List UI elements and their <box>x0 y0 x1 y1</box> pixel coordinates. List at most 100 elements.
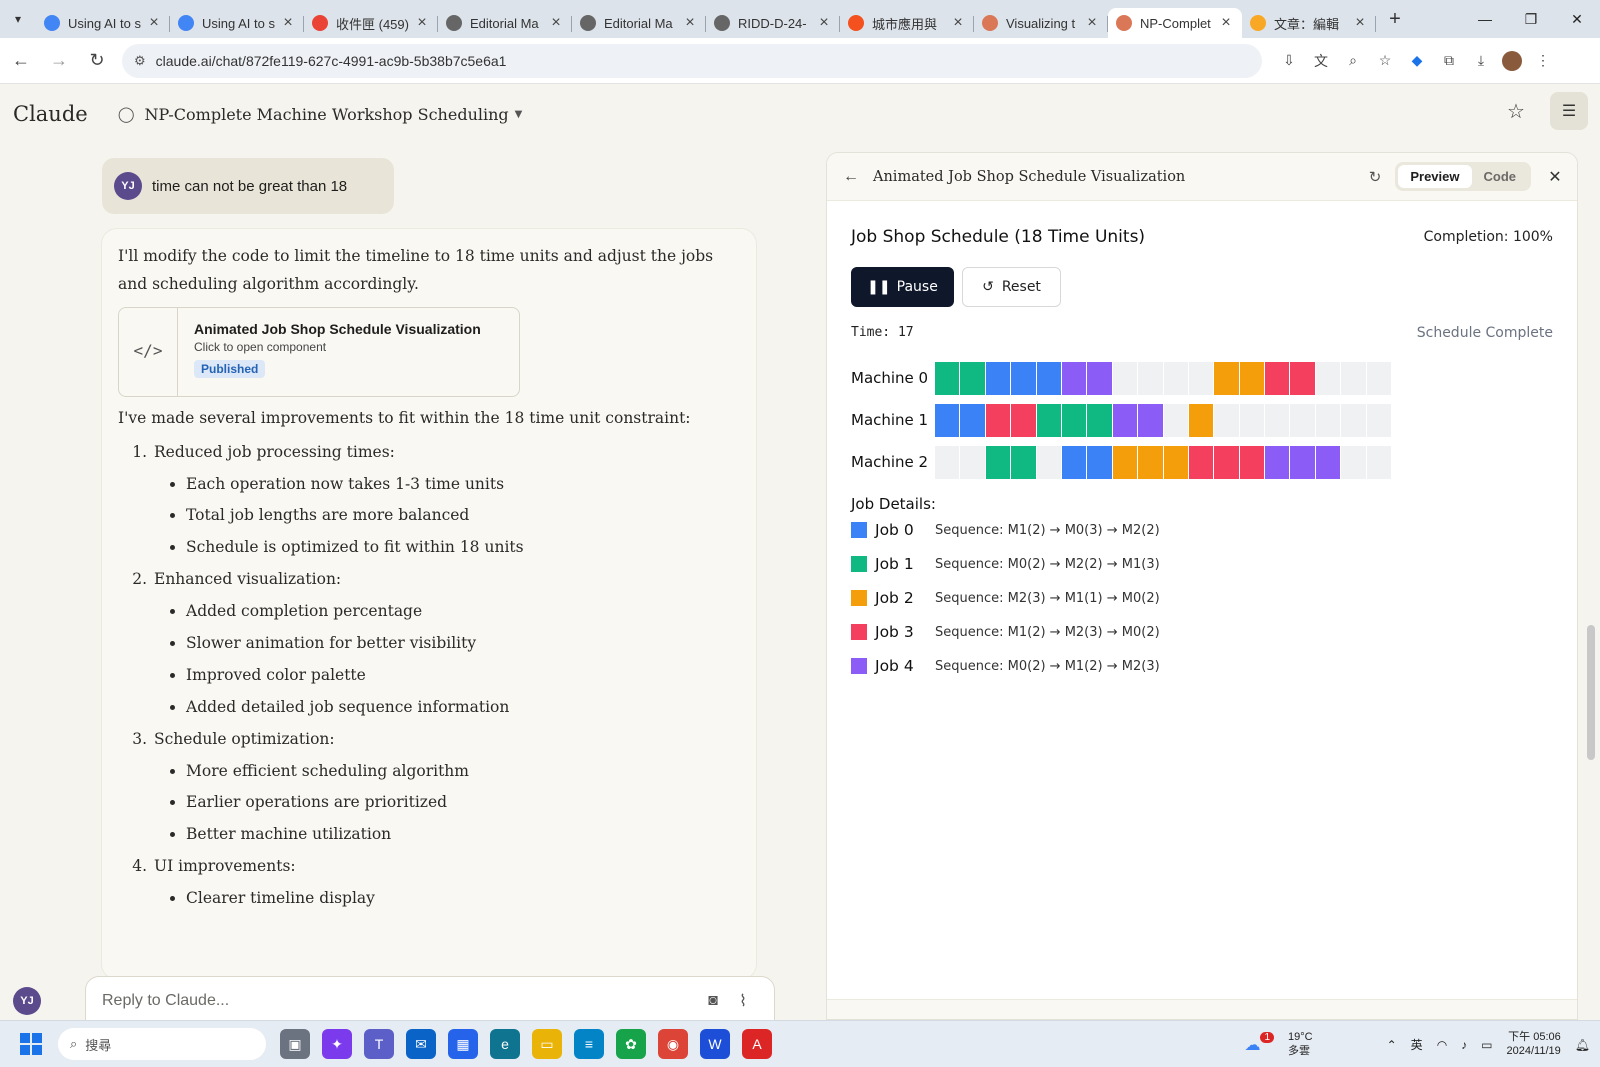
search-icon: ⌕ <box>70 1036 78 1051</box>
weather-cloud-icon[interactable]: ☁ <box>1244 1035 1260 1055</box>
tab-favicon-icon <box>580 15 596 31</box>
copilot-icon[interactable]: ✦ <box>322 1029 352 1059</box>
clock-time: 下午 05:06 <box>1508 1030 1561 1043</box>
browser-tab[interactable]: Visualizing t × <box>974 8 1108 38</box>
taskbar-search[interactable]: ⌕ 搜尋 <box>58 1028 266 1060</box>
weather-temp: 19°C <box>1288 1031 1313 1044</box>
weather-widget[interactable]: 19°C 多雲 <box>1288 1031 1313 1057</box>
reset-button[interactable]: ↺ Reset <box>962 267 1061 307</box>
tab-close-icon[interactable]: × <box>816 14 832 32</box>
viz-title: Job Shop Schedule (18 Time Units) <box>851 227 1146 247</box>
minimize-icon[interactable]: — <box>1462 0 1508 38</box>
downloads-icon[interactable]: ⤓ <box>1470 50 1492 72</box>
bookmark-star-icon[interactable]: ☆ <box>1374 50 1396 72</box>
browser-tab[interactable]: 文章：編輯 × <box>1242 8 1376 38</box>
back-arrow-icon[interactable]: ← <box>843 168 867 186</box>
tab-favicon-icon <box>178 15 194 31</box>
mail-icon[interactable]: ✉ <box>406 1029 436 1059</box>
tab-close-icon[interactable]: × <box>146 14 162 32</box>
clock[interactable]: 下午 05:06 2024/11/19 <box>1507 1031 1561 1059</box>
word-icon[interactable]: W <box>700 1029 730 1059</box>
volume-icon[interactable]: ♪ <box>1461 1038 1467 1052</box>
tab-preview[interactable]: Preview <box>1398 165 1472 188</box>
file-explorer-icon[interactable]: ▭ <box>532 1029 562 1059</box>
tab-close-icon[interactable]: × <box>1084 14 1100 32</box>
reload-icon[interactable]: ↻ <box>80 44 114 78</box>
tab-close-icon[interactable]: × <box>1352 14 1368 32</box>
job-slot <box>1163 445 1188 479</box>
tab-close-icon[interactable]: × <box>280 14 296 32</box>
chrome-icon[interactable]: ◉ <box>658 1029 688 1059</box>
extension-diamond-icon[interactable]: ◆ <box>1406 50 1428 72</box>
teams-icon[interactable]: T <box>364 1029 394 1059</box>
zoom-icon[interactable]: ⌕ <box>1342 50 1364 72</box>
job-sequence: Sequence: M1(2) → M0(3) → M2(2) <box>935 522 1160 538</box>
app-icon[interactable]: ✿ <box>616 1029 646 1059</box>
windows-start-icon[interactable] <box>20 1033 42 1055</box>
ime-indicator[interactable]: 英 <box>1411 1036 1423 1053</box>
battery-icon[interactable]: ▭ <box>1481 1038 1492 1052</box>
restore-icon[interactable]: ❐ <box>1508 0 1554 38</box>
tab-close-icon[interactable]: × <box>414 14 430 32</box>
tab-close-icon[interactable]: × <box>682 14 698 32</box>
job-slot <box>1265 361 1290 395</box>
empty-slot <box>1366 361 1392 395</box>
claude-logo[interactable]: Claude <box>13 102 88 126</box>
job-detail-row: Job 2 Sequence: M2(3) → M1(1) → M0(2) <box>851 581 1553 615</box>
browser-tab[interactable]: RIDD-D-24- × <box>706 8 840 38</box>
job-sequence: Sequence: M1(2) → M2(3) → M0(2) <box>935 624 1160 640</box>
edge-icon[interactable]: e <box>490 1029 520 1059</box>
install-app-icon[interactable]: ⇩ <box>1278 50 1300 72</box>
refresh-icon[interactable]: ↻ <box>1369 168 1382 186</box>
window-controls: — ❐ ✕ <box>1462 0 1600 38</box>
artifact-card[interactable]: </> Animated Job Shop Schedule Visualiza… <box>118 306 520 397</box>
tab-favicon-icon <box>1116 15 1132 31</box>
tab-code[interactable]: Code <box>1472 165 1529 188</box>
paperclip-icon[interactable]: ⌇ <box>728 991 758 1011</box>
chat-settings-sliders-icon[interactable]: ☰ <box>1550 92 1588 130</box>
close-icon[interactable]: ✕ <box>1545 167 1565 187</box>
browser-menu-icon[interactable]: ⋮ <box>1532 50 1554 72</box>
tab-search-chevron-icon[interactable]: ▾ <box>0 0 36 38</box>
browser-tab[interactable]: Using AI to s × <box>36 8 170 38</box>
back-arrow-icon[interactable]: ← <box>4 44 38 78</box>
job-slot <box>1011 403 1036 437</box>
profile-avatar[interactable] <box>1502 50 1522 71</box>
notification-bell-icon[interactable]: 🔔︎ <box>1575 1038 1590 1052</box>
close-window-icon[interactable]: ✕ <box>1554 0 1600 38</box>
empty-slot <box>1163 403 1188 437</box>
store-icon[interactable]: ▦ <box>448 1029 478 1059</box>
browser-tab[interactable]: Using AI to s × <box>170 8 304 38</box>
translate-icon[interactable]: 文 <box>1310 50 1332 72</box>
url-field[interactable]: ⚙ claude.ai/chat/872fe119-627c-4991-ac9b… <box>122 43 1262 78</box>
task-view-icon[interactable]: ▣ <box>280 1029 310 1059</box>
wifi-icon[interactable]: ◠ <box>1437 1038 1447 1052</box>
browser-tab[interactable]: NP-Complet × <box>1108 8 1242 38</box>
tab-close-icon[interactable]: × <box>548 14 564 32</box>
job-name: Job 0 <box>875 521 914 539</box>
browser-tab[interactable]: Editorial Ma × <box>572 8 706 38</box>
page-scrollbar[interactable] <box>1587 625 1595 760</box>
browser-tab[interactable]: Editorial Ma × <box>438 8 572 38</box>
reply-input[interactable] <box>102 992 698 1010</box>
empty-slot <box>1188 361 1214 395</box>
notepad-icon[interactable]: ≡ <box>574 1029 604 1059</box>
user-avatar-small[interactable]: YJ <box>13 987 41 1015</box>
tab-close-icon[interactable]: × <box>950 14 966 32</box>
browser-tab[interactable]: 城市應用與 × <box>840 8 974 38</box>
chat-title-button[interactable]: ◯ NP-Complete Machine Workshop Schedulin… <box>118 105 523 124</box>
extensions-puzzle-icon[interactable]: ⧉ <box>1438 50 1460 72</box>
new-tab-button[interactable]: + <box>1380 8 1410 31</box>
forward-arrow-icon[interactable]: → <box>42 44 76 78</box>
browser-tab[interactable]: 收件匣 (459) × <box>304 8 438 38</box>
chevron-up-icon[interactable]: ⌃ <box>1387 1038 1397 1052</box>
camera-icon[interactable]: ◙ <box>698 992 728 1010</box>
site-info-icon[interactable]: ⚙ <box>134 53 146 69</box>
tab-close-icon[interactable]: × <box>1218 14 1234 32</box>
tab-favicon-icon <box>714 15 730 31</box>
time-readout: Time: 17 <box>851 325 914 340</box>
pause-button[interactable]: ❚❚ Pause <box>851 267 954 307</box>
star-icon[interactable]: ☆ <box>1498 99 1534 124</box>
job-slot <box>1290 445 1315 479</box>
acrobat-icon[interactable]: A <box>742 1029 772 1059</box>
